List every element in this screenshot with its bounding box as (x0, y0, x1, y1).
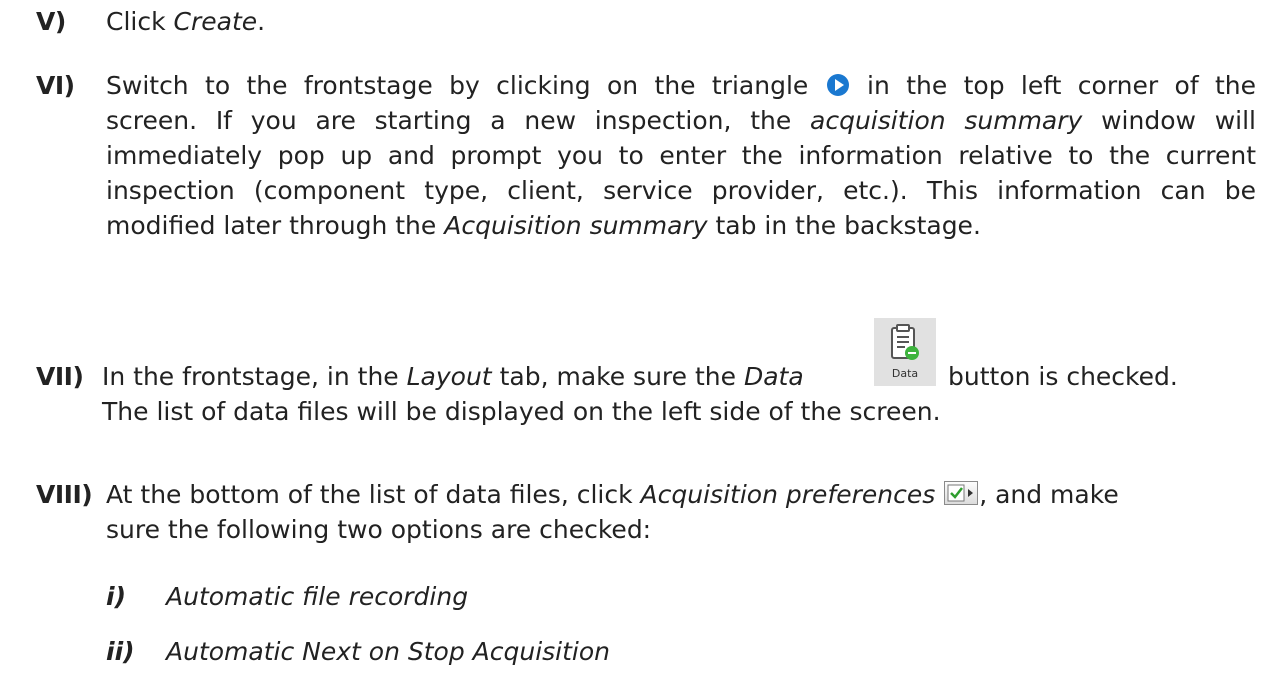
step-number: V) (36, 7, 66, 36)
step-number: VIII) (36, 480, 93, 509)
play-triangle-icon (826, 74, 849, 96)
acquisition-preferences-icon[interactable] (944, 481, 979, 505)
step-number: VII) (36, 362, 84, 391)
data-button[interactable]: Data (874, 318, 936, 386)
data-button-label: Data (891, 367, 919, 380)
step-text: Switch to the frontstage by clicking on … (106, 71, 1257, 240)
create-term: Create (173, 7, 258, 36)
step-text: In the frontstage, in the Layout tab, ma… (102, 318, 1256, 429)
step-text: Click Create. (106, 7, 266, 36)
data-clipboard-icon (891, 324, 919, 360)
step-number: VI) (36, 71, 75, 100)
step-text: At the bottom of the list of data files,… (106, 480, 1119, 544)
